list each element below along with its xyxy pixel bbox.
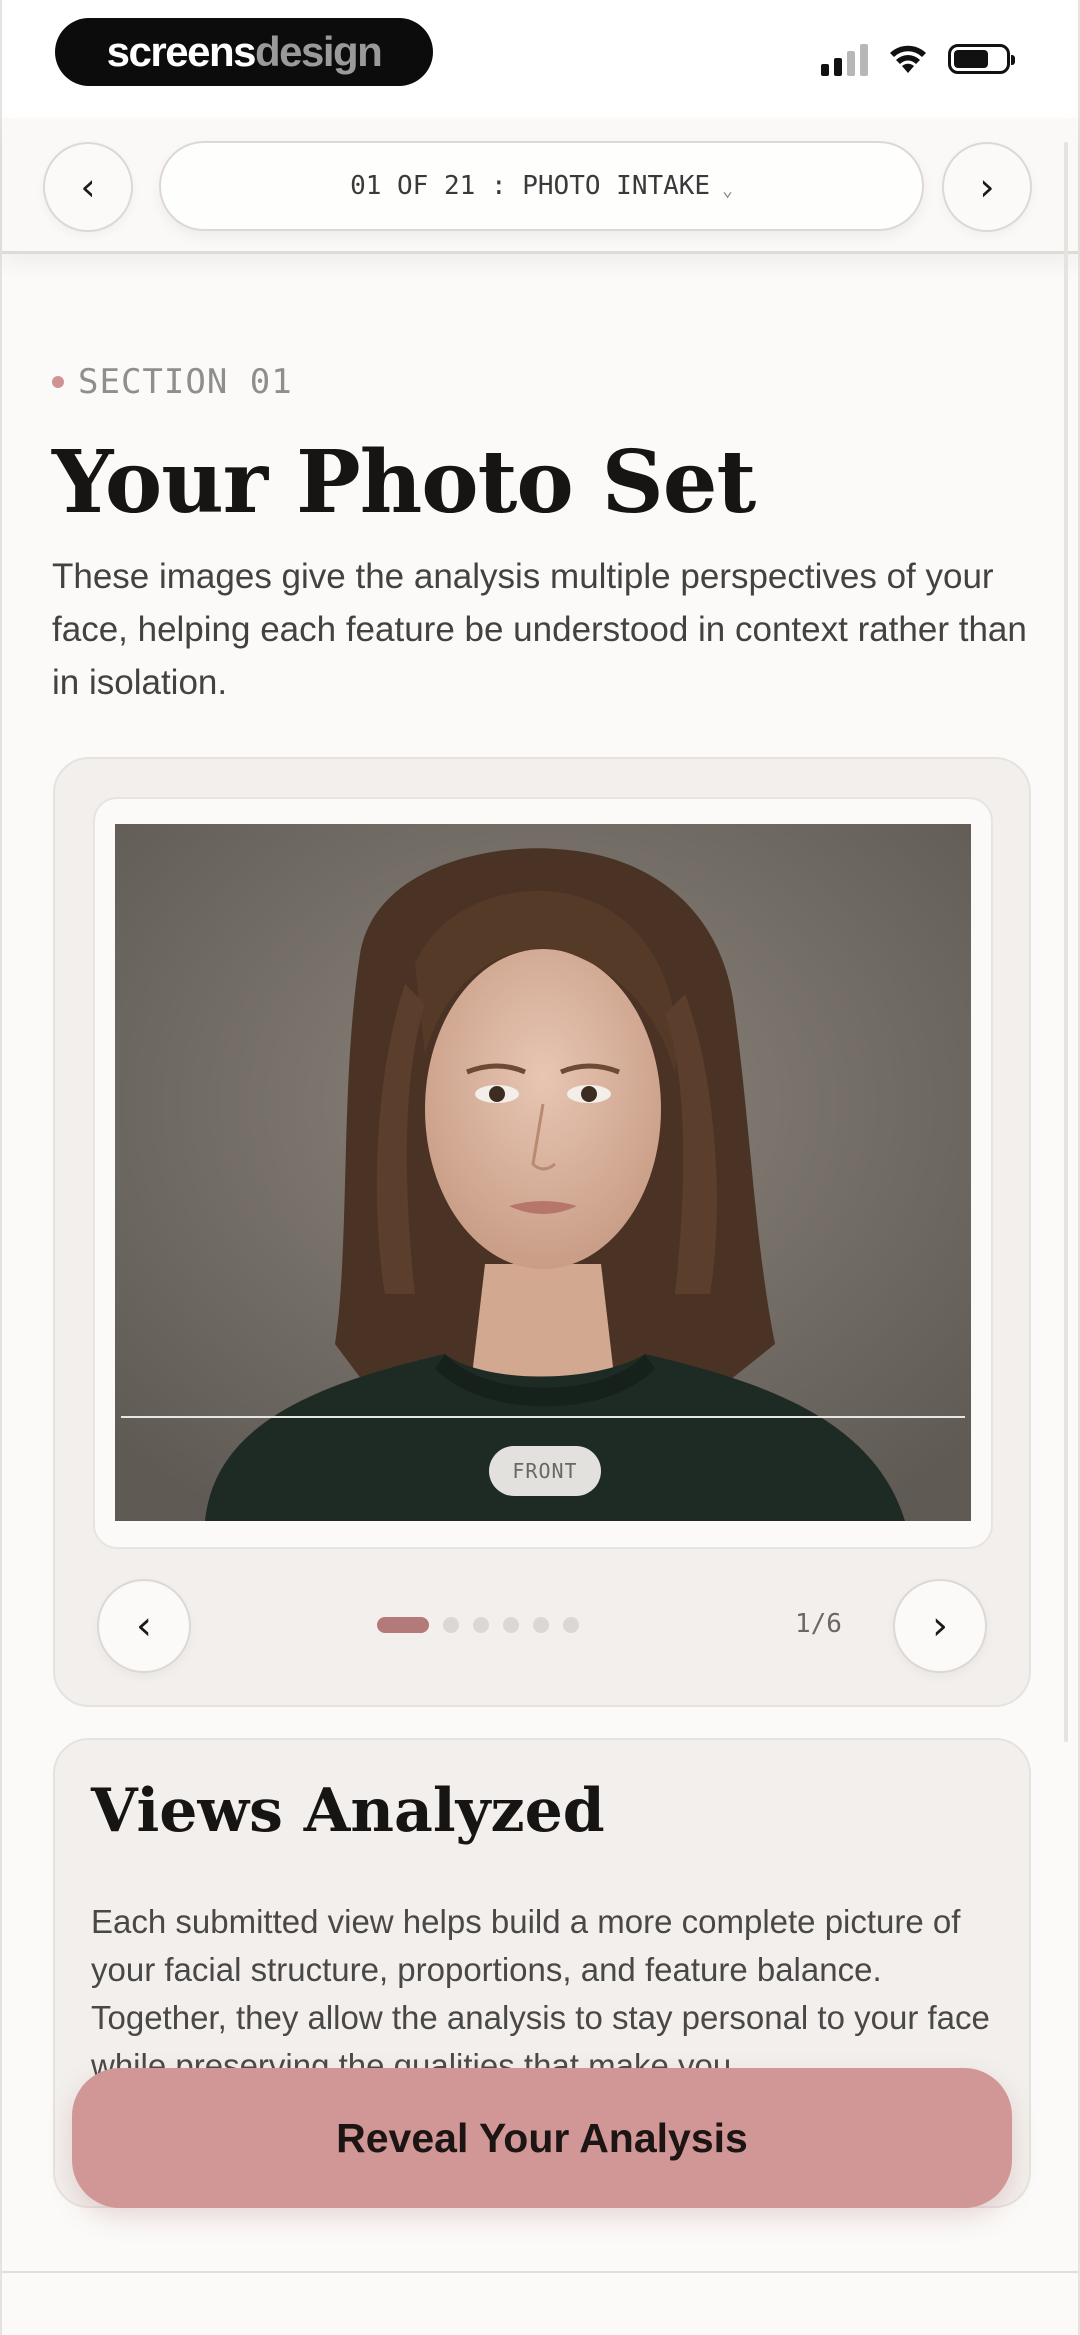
carousel-next-button[interactable]: ›: [893, 1579, 987, 1673]
slide-counter: 1/6: [795, 1609, 842, 1639]
step-label: 01 OF 21 : PHOTO INTAKE: [350, 171, 711, 201]
chevron-right-icon: ›: [979, 165, 995, 209]
views-analyzed-body: Each submitted view helps build a more c…: [91, 1903, 990, 2084]
chevron-down-icon: ⌄: [722, 179, 733, 201]
chevron-right-icon: ›: [932, 1603, 948, 1649]
next-step-button[interactable]: ›: [942, 142, 1032, 232]
pagination-dot[interactable]: [533, 1617, 549, 1633]
pagination-dot[interactable]: [503, 1617, 519, 1633]
status-icons: [821, 42, 1015, 76]
scrollbar[interactable]: [1064, 142, 1068, 1742]
previous-step-button[interactable]: ‹: [43, 142, 133, 232]
reveal-analysis-button[interactable]: Reveal Your Analysis: [72, 2068, 1012, 2208]
brand-logo-part2: design: [254, 28, 383, 75]
pagination-dot[interactable]: [443, 1617, 459, 1633]
chevron-left-icon: ‹: [80, 165, 96, 209]
page-title: Your Photo Set: [52, 432, 756, 533]
photo-frame: FRONT: [93, 797, 993, 1549]
pagination-dot[interactable]: [473, 1617, 489, 1633]
divider: [2, 2271, 1078, 2273]
section-label-text: SECTION 01: [78, 362, 293, 402]
pagination-dot[interactable]: [563, 1617, 579, 1633]
carousel-previous-button[interactable]: ‹: [97, 1579, 191, 1673]
carousel-pagination: [377, 1617, 579, 1633]
view-label-badge: FRONT: [489, 1446, 601, 1496]
wifi-icon: [890, 45, 926, 73]
status-bar: screens design: [2, 0, 1078, 118]
step-navigation: ‹ 01 OF 21 : PHOTO INTAKE ⌄ ›: [2, 118, 1078, 254]
brand-logo: screens design: [55, 18, 433, 86]
pagination-dot[interactable]: [377, 1617, 429, 1633]
cellular-signal-icon: [821, 42, 868, 76]
brand-logo-part1: screens: [106, 28, 257, 75]
battery-icon: [948, 44, 1015, 74]
step-selector-dropdown[interactable]: 01 OF 21 : PHOTO INTAKE ⌄: [159, 141, 924, 231]
views-analyzed-title: Views Analyzed: [91, 1776, 605, 1846]
photo-carousel-card: FRONT ‹ 1/6 ›: [53, 757, 1031, 1707]
section-label: SECTION 01: [52, 362, 293, 402]
view-guide-line: [121, 1416, 965, 1418]
intro-text: These images give the analysis multiple …: [52, 557, 1027, 702]
face-photo[interactable]: FRONT: [115, 824, 971, 1521]
chevron-left-icon: ‹: [136, 1603, 152, 1649]
section-dot-icon: [52, 376, 64, 388]
